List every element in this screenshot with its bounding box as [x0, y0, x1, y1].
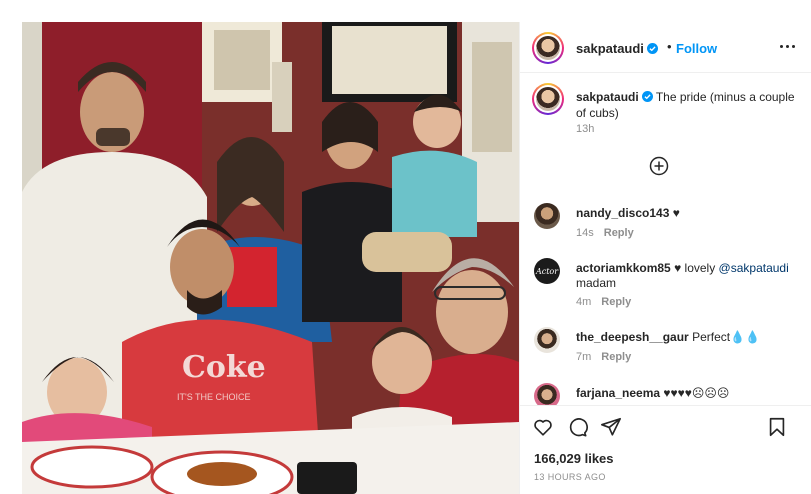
comment-text: ♥ lovely	[674, 261, 719, 275]
avatar-label: Actor	[535, 266, 559, 276]
author-avatar[interactable]	[532, 32, 564, 64]
reply-button[interactable]: Reply	[601, 296, 631, 308]
commenter-username[interactable]: nandy_disco143	[576, 206, 669, 220]
window-left-gutter	[0, 22, 22, 494]
comment-icon[interactable]	[566, 416, 588, 438]
comment-text: ♥	[672, 206, 680, 220]
comment-text-block: nandy_disco143 ♥	[576, 206, 801, 221]
post-actions: 166,029 likes 13 HOURS AGO	[520, 405, 811, 494]
post-side-panel: sakpataudi • Follow sakpataudi The pride…	[519, 22, 811, 494]
commenter-username[interactable]: farjana_neema	[576, 386, 660, 400]
commenter-avatar[interactable]	[534, 383, 560, 405]
window-top-bar	[0, 0, 811, 22]
author-username[interactable]: sakpataudi	[576, 41, 658, 56]
comment-text-block: actoriamkkom85 ♥ lovely @sakpataudi mada…	[576, 261, 801, 291]
comment-text-block: the_deepesh__gaur Perfect💧💧	[576, 330, 801, 345]
comment-item: farjana_neema ♥♥♥♥☹☹☹	[520, 383, 811, 405]
caption-avatar[interactable]	[532, 83, 564, 115]
comment-text-end: madam	[576, 276, 617, 290]
wall-lamp	[272, 62, 292, 132]
comment-meta: 7m Reply	[576, 351, 631, 363]
phone-on-table	[297, 462, 357, 494]
shirt-subtext: IT'S THE CHOICE	[177, 392, 251, 402]
more-options-icon[interactable]	[778, 36, 798, 56]
commenter-username[interactable]: the_deepesh__gaur	[576, 330, 689, 344]
caption-text-block: sakpataudi The pride (minus a couple of …	[576, 89, 796, 121]
verified-badge-icon	[641, 91, 653, 102]
comment-text-block: farjana_neema ♥♥♥♥☹☹☹	[576, 386, 801, 401]
commenter-avatar[interactable]: Actor	[534, 258, 560, 284]
comment-meta: 14s Reply	[576, 227, 634, 239]
commenter-username[interactable]: actoriamkkom85	[576, 261, 671, 275]
mention-link[interactable]: @sakpataudi	[719, 261, 789, 275]
commenter-avatar[interactable]	[534, 327, 560, 353]
comment-time: 7m	[576, 351, 592, 363]
reply-button[interactable]: Reply	[601, 351, 631, 363]
post-timestamp: 13 HOURS AGO	[534, 472, 606, 482]
like-count[interactable]: 166,029 likes	[534, 451, 614, 466]
comment-time: 14s	[576, 227, 594, 239]
comment-item: the_deepesh__gaur Perfect💧💧 7m Reply	[520, 327, 811, 381]
share-icon[interactable]	[600, 416, 622, 438]
comment-item: Actor actoriamkkom85 ♥ lovely @sakpataud…	[520, 258, 811, 312]
commenter-avatar[interactable]	[534, 203, 560, 229]
comment-text: ♥♥♥♥☹☹☹	[663, 386, 730, 400]
reply-button[interactable]: Reply	[604, 227, 634, 239]
verified-badge-icon	[646, 43, 658, 54]
comment-meta: 4m Reply	[576, 296, 631, 308]
separator-dot: •	[667, 39, 672, 54]
comment-item: nandy_disco143 ♥ 14s Reply	[520, 203, 811, 257]
heart-icon[interactable]	[532, 416, 554, 438]
shirt-logo-text: Coke	[182, 350, 266, 385]
bookmark-icon[interactable]	[766, 416, 788, 438]
comment-time: 4m	[576, 296, 592, 308]
add-comment-icon[interactable]	[649, 156, 669, 176]
family-photo-illustration: Coke IT'S THE CHOICE	[22, 22, 519, 494]
caption-time[interactable]: 13h	[576, 123, 594, 135]
follow-button[interactable]: Follow	[676, 41, 717, 56]
toddler-shirt	[392, 150, 477, 237]
comment-text: Perfect💧💧	[692, 330, 760, 344]
caption-username[interactable]: sakpataudi	[576, 90, 639, 104]
post-photo[interactable]: Coke IT'S THE CHOICE	[22, 22, 519, 494]
post-header: sakpataudi • Follow	[520, 22, 811, 73]
